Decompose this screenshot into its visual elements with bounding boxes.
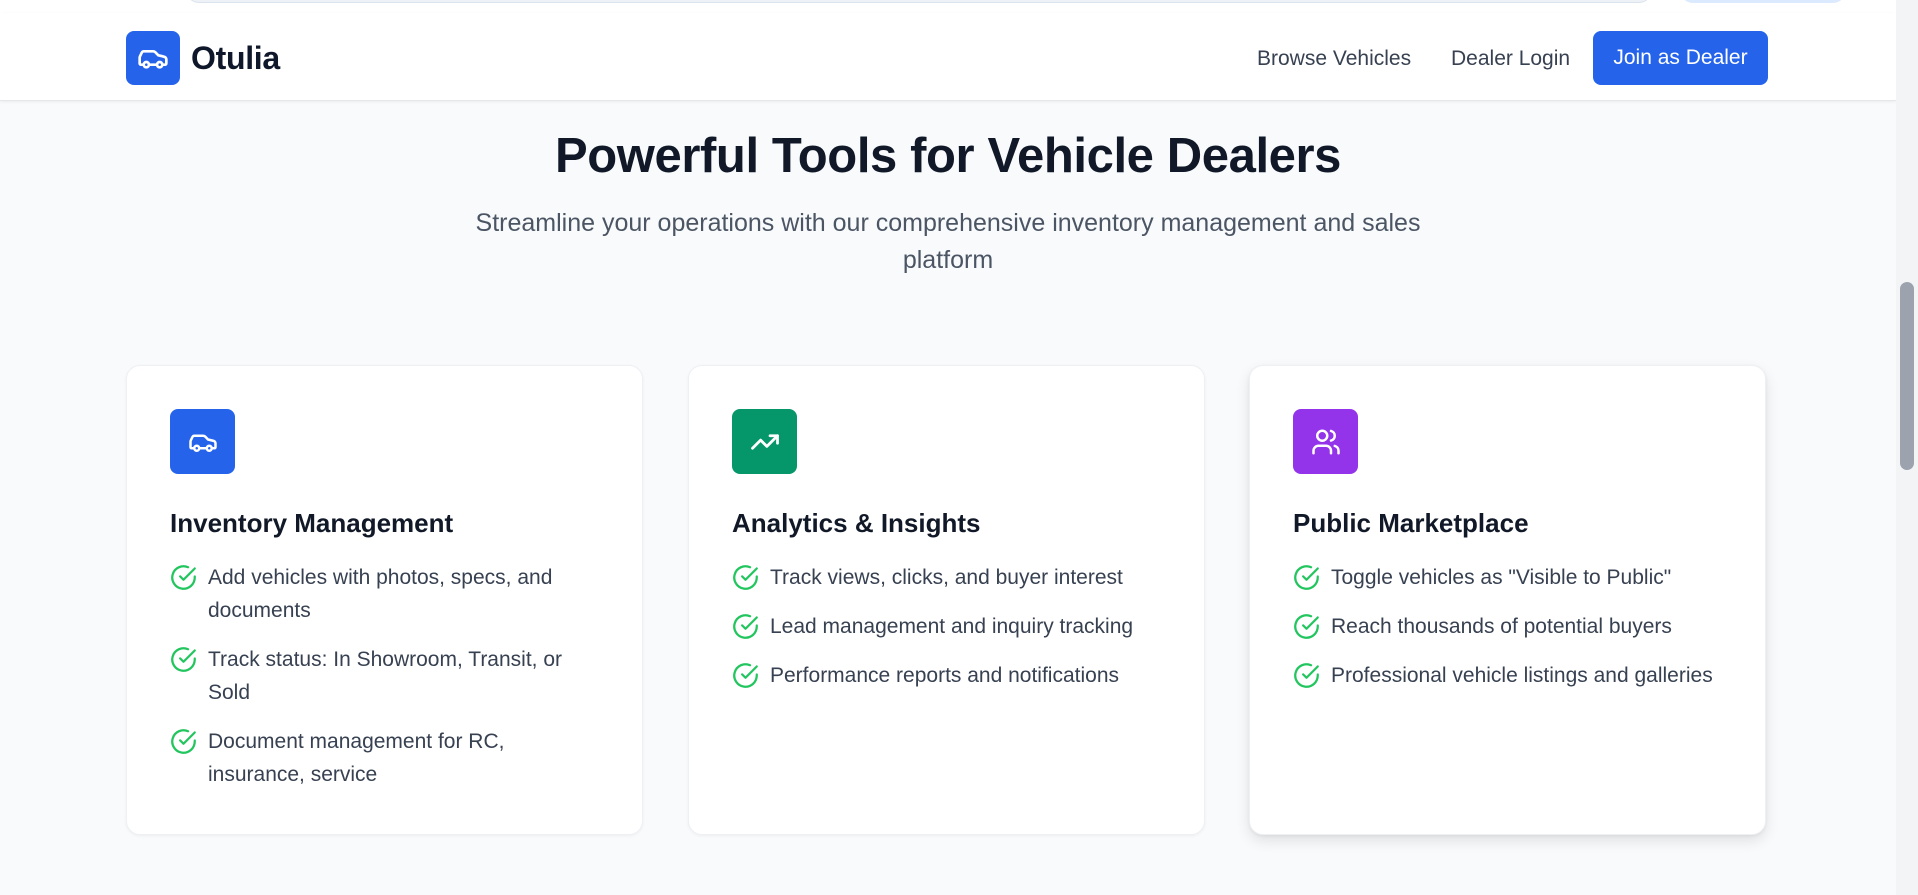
- feature-item-text: Add vehicles with photos, specs, and doc…: [208, 566, 553, 622]
- check-circle-icon: [171, 565, 196, 590]
- feature-list: Add vehicles with photos, specs, and doc…: [170, 561, 600, 807]
- section-title: Powerful Tools for Vehicle Dealers: [554, 129, 1342, 183]
- check-circle-icon: [1294, 663, 1319, 688]
- feature-card-analytics: Analytics & Insights Track views, clicks…: [688, 365, 1205, 835]
- check-circle-icon: [171, 647, 196, 672]
- brand-name[interactable]: Otulia: [191, 40, 280, 77]
- feature-title: Analytics & Insights: [732, 508, 981, 538]
- list-item: Performance reports and notifications: [732, 659, 1162, 692]
- feature-item-text: Reach thousands of potential buyers: [1331, 615, 1672, 638]
- scrollbar-thumb[interactable]: [1900, 282, 1914, 470]
- join-as-dealer-button[interactable]: Join as Dealer: [1593, 31, 1768, 85]
- feature-card-marketplace: Public Marketplace Toggle vehicles as "V…: [1249, 365, 1766, 835]
- feature-icon-box: [170, 409, 235, 474]
- feature-item-text: Document management for RC, insurance, s…: [208, 730, 505, 786]
- site-header: Otulia Browse Vehicles Dealer Login Join…: [0, 13, 1896, 101]
- feature-list: Toggle vehicles as "Visible to Public" R…: [1293, 561, 1723, 708]
- check-circle-icon: [1294, 565, 1319, 590]
- list-item: Track status: In Showroom, Transit, or S…: [170, 643, 600, 709]
- nav-browse-vehicles[interactable]: Browse Vehicles: [1257, 47, 1411, 71]
- trending-up-icon: [750, 433, 779, 450]
- check-circle-icon: [171, 729, 196, 754]
- feature-list: Track views, clicks, and buyer interest …: [732, 561, 1162, 708]
- users-icon: [1311, 429, 1340, 454]
- list-item: Toggle vehicles as "Visible to Public": [1293, 561, 1723, 594]
- car-icon: [188, 434, 217, 452]
- feature-item-text: Lead management and inquiry tracking: [770, 615, 1134, 638]
- list-item: Add vehicles with photos, specs, and doc…: [170, 561, 600, 627]
- nav-dealer-login[interactable]: Dealer Login: [1451, 47, 1570, 71]
- logo[interactable]: [126, 31, 180, 85]
- browser-top-strip: [0, 0, 1896, 13]
- check-circle-icon: [733, 565, 758, 590]
- list-item: Professional vehicle listings and galler…: [1293, 659, 1723, 692]
- feature-title: Public Marketplace: [1293, 508, 1529, 538]
- list-item: Document management for RC, insurance, s…: [170, 725, 600, 791]
- list-item: Lead management and inquiry tracking: [732, 610, 1162, 643]
- check-circle-icon: [733, 663, 758, 688]
- feature-item-text: Track status: In Showroom, Transit, or S…: [208, 648, 563, 704]
- feature-card-inventory: Inventory Management Add vehicles with p…: [126, 365, 643, 835]
- check-circle-icon: [733, 614, 758, 639]
- feature-item-text: Toggle vehicles as "Visible to Public": [1331, 566, 1672, 589]
- toolbar-pill-edge: [1680, 0, 1846, 3]
- feature-title: Inventory Management: [170, 508, 454, 538]
- feature-item-text: Track views, clicks, and buyer interest: [770, 566, 1123, 589]
- list-item: Track views, clicks, and buyer interest: [732, 561, 1162, 594]
- feature-item-text: Professional vehicle listings and galler…: [1331, 664, 1713, 687]
- check-circle-icon: [1294, 614, 1319, 639]
- feature-item-text: Performance reports and notifications: [770, 664, 1120, 687]
- feature-icon-box: [732, 409, 797, 474]
- feature-icon-box: [1293, 409, 1358, 474]
- list-item: Reach thousands of potential buyers: [1293, 610, 1723, 643]
- address-bar-edge: [186, 0, 1652, 3]
- car-icon: [138, 49, 168, 69]
- section-subtitle: Streamline your operations with our comp…: [475, 209, 1421, 274]
